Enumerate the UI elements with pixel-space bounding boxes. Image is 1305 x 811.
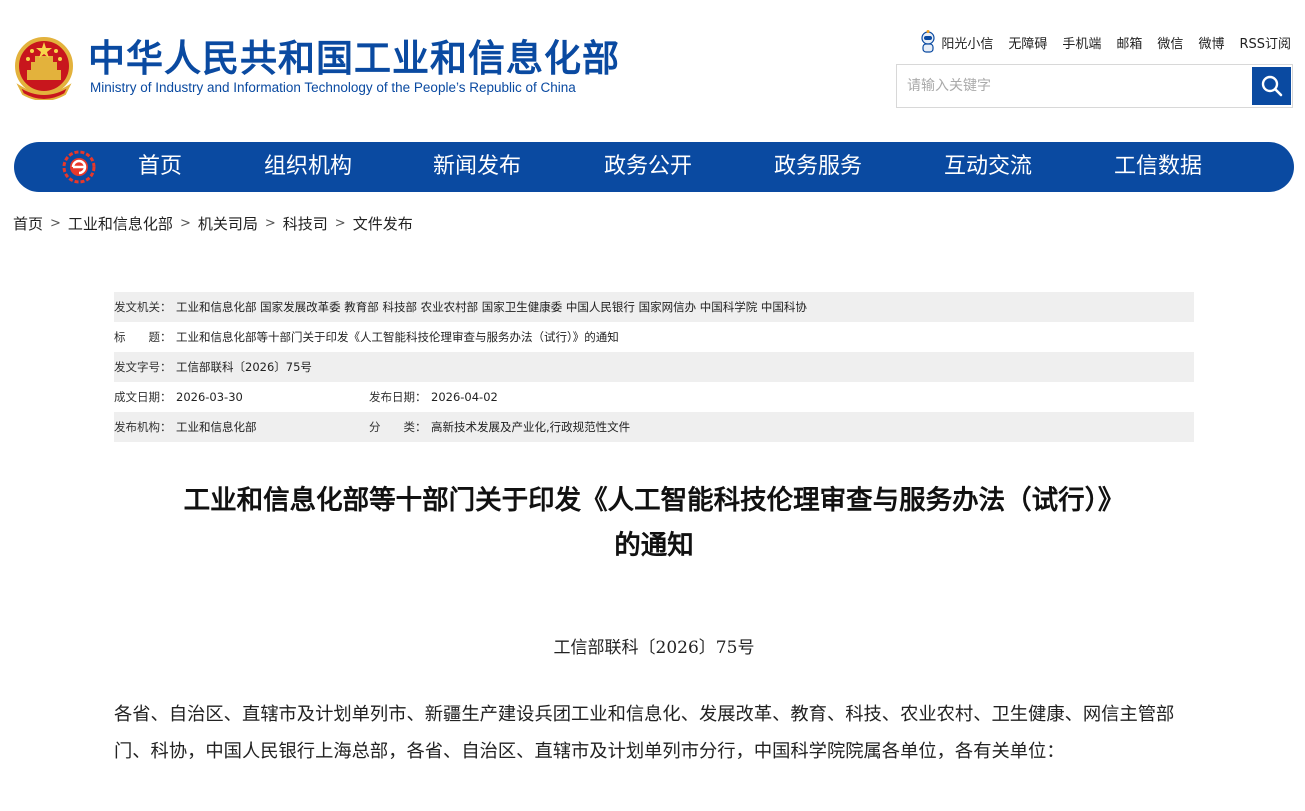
meta-title: 工业和信息化部等十部门关于印发《人工智能科技伦理审查与服务办法（试行）》的通知 — [176, 330, 619, 344]
meta-row-dates: 成文日期： 2026-03-30 发布日期： 2026-04-02 — [114, 382, 1194, 412]
meta-row-docno: 发文字号： 工信部联科〔2026〕75号 — [114, 352, 1194, 382]
toplink-accessibility[interactable]: 无障碍 — [1008, 33, 1047, 52]
search-input[interactable] — [897, 65, 1252, 107]
meta-published-date: 2026-04-02 — [431, 390, 498, 404]
breadcrumb-separator: > — [50, 216, 61, 231]
document-meta-table: 发文机关： 工业和信息化部 国家发展改革委 教育部 科技部 农业农村部 国家卫生… — [114, 292, 1194, 442]
breadcrumb-separator: > — [264, 216, 276, 231]
top-links: 阳光小信 无障碍 手机端 邮箱 微信 微博 RSS订阅 — [919, 30, 1291, 54]
breadcrumb-departments[interactable]: 机关司局 — [198, 213, 258, 234]
meta-label: 发布机构： — [114, 420, 172, 434]
breadcrumb-separator: > — [179, 216, 191, 231]
nav-data[interactable]: 工信数据 — [1114, 142, 1202, 192]
search-box — [896, 64, 1293, 108]
meta-label: 发文机关： — [114, 300, 172, 314]
toplink-sunshine-xiaoxin[interactable]: 阳光小信 — [941, 33, 993, 52]
meta-created-date: 2026-03-30 — [176, 390, 243, 404]
meta-label: 发文字号： — [114, 360, 172, 374]
site-name[interactable]: 中华人民共和国工业和信息化部 — [88, 36, 620, 82]
search-icon — [1261, 75, 1282, 97]
meta-row-org: 发布机构： 工业和信息化部 分 类： 高新技术发展及产业化,行政规范性文件 — [114, 412, 1194, 442]
nav-home[interactable]: 首页 — [138, 142, 182, 192]
meta-org: 工业和信息化部 — [176, 420, 257, 434]
article-title-line: 的通知 — [614, 530, 694, 561]
breadcrumb-miit[interactable]: 工业和信息化部 — [68, 213, 173, 234]
meta-label: 标 题： — [114, 330, 172, 344]
meta-row-title: 标 题： 工业和信息化部等十部门关于印发《人工智能科技伦理审查与服务办法（试行）… — [114, 322, 1194, 352]
article-title-line: 工业和信息化部等十部门关于印发《人工智能科技伦理审查与服务办法（试行）》 — [183, 485, 1125, 516]
meta-label: 发布日期： — [369, 390, 427, 404]
meta-category: 高新技术发展及产业化,行政规范性文件 — [431, 420, 631, 434]
breadcrumb-documents[interactable]: 文件发布 — [353, 213, 413, 234]
toplink-rss[interactable]: RSS订阅 — [1239, 33, 1291, 52]
breadcrumb-home[interactable]: 首页 — [13, 213, 43, 234]
nav-organization[interactable]: 组织机构 — [264, 142, 352, 192]
article-document-number: 工信部联科〔2026〕75号 — [553, 638, 755, 658]
nav-news[interactable]: 新闻发布 — [433, 142, 521, 192]
main-nav: 首页 组织机构 新闻发布 政务公开 政务服务 互动交流 工信数据 — [14, 142, 1294, 192]
toplink-weibo[interactable]: 微博 — [1198, 33, 1224, 52]
toplink-wechat[interactable]: 微信 — [1157, 33, 1183, 52]
meta-issuer: 工业和信息化部 国家发展改革委 教育部 科技部 农业农村部 国家卫生健康委 中国… — [176, 300, 807, 314]
article-salutation: 各省、自治区、直辖市及计划单列市、新疆生产建设兵团工业和信息化、发展改革、教育、… — [114, 704, 1175, 762]
toplink-mailbox[interactable]: 邮箱 — [1116, 33, 1142, 52]
breadcrumb-separator: > — [334, 216, 346, 231]
meta-label: 成文日期： — [114, 390, 172, 404]
meta-row-issuer: 发文机关： 工业和信息化部 国家发展改革委 教育部 科技部 农业农村部 国家卫生… — [114, 292, 1194, 322]
meta-docno: 工信部联科〔2026〕75号 — [176, 360, 312, 374]
robot-assistant-icon[interactable] — [919, 30, 937, 54]
site-name-english: Ministry of Industry and Information Tec… — [90, 80, 576, 95]
toplink-mobile[interactable]: 手机端 — [1062, 33, 1101, 52]
miit-logo-icon[interactable] — [62, 150, 96, 184]
search-button[interactable] — [1252, 67, 1291, 105]
breadcrumb: 首页 > 工业和信息化部 > 机关司局 > 科技司 > 文件发布 — [13, 213, 413, 234]
nav-interaction[interactable]: 互动交流 — [944, 142, 1032, 192]
breadcrumb-science-tech[interactable]: 科技司 — [283, 213, 328, 234]
nav-services[interactable]: 政务服务 — [774, 142, 862, 192]
meta-label: 分 类： — [369, 420, 427, 434]
nav-government-affairs[interactable]: 政务公开 — [604, 142, 692, 192]
article-title: 工业和信息化部等十部门关于印发《人工智能科技伦理审查与服务办法（试行）》 的通知 — [114, 478, 1194, 568]
national-emblem-icon — [13, 36, 75, 101]
